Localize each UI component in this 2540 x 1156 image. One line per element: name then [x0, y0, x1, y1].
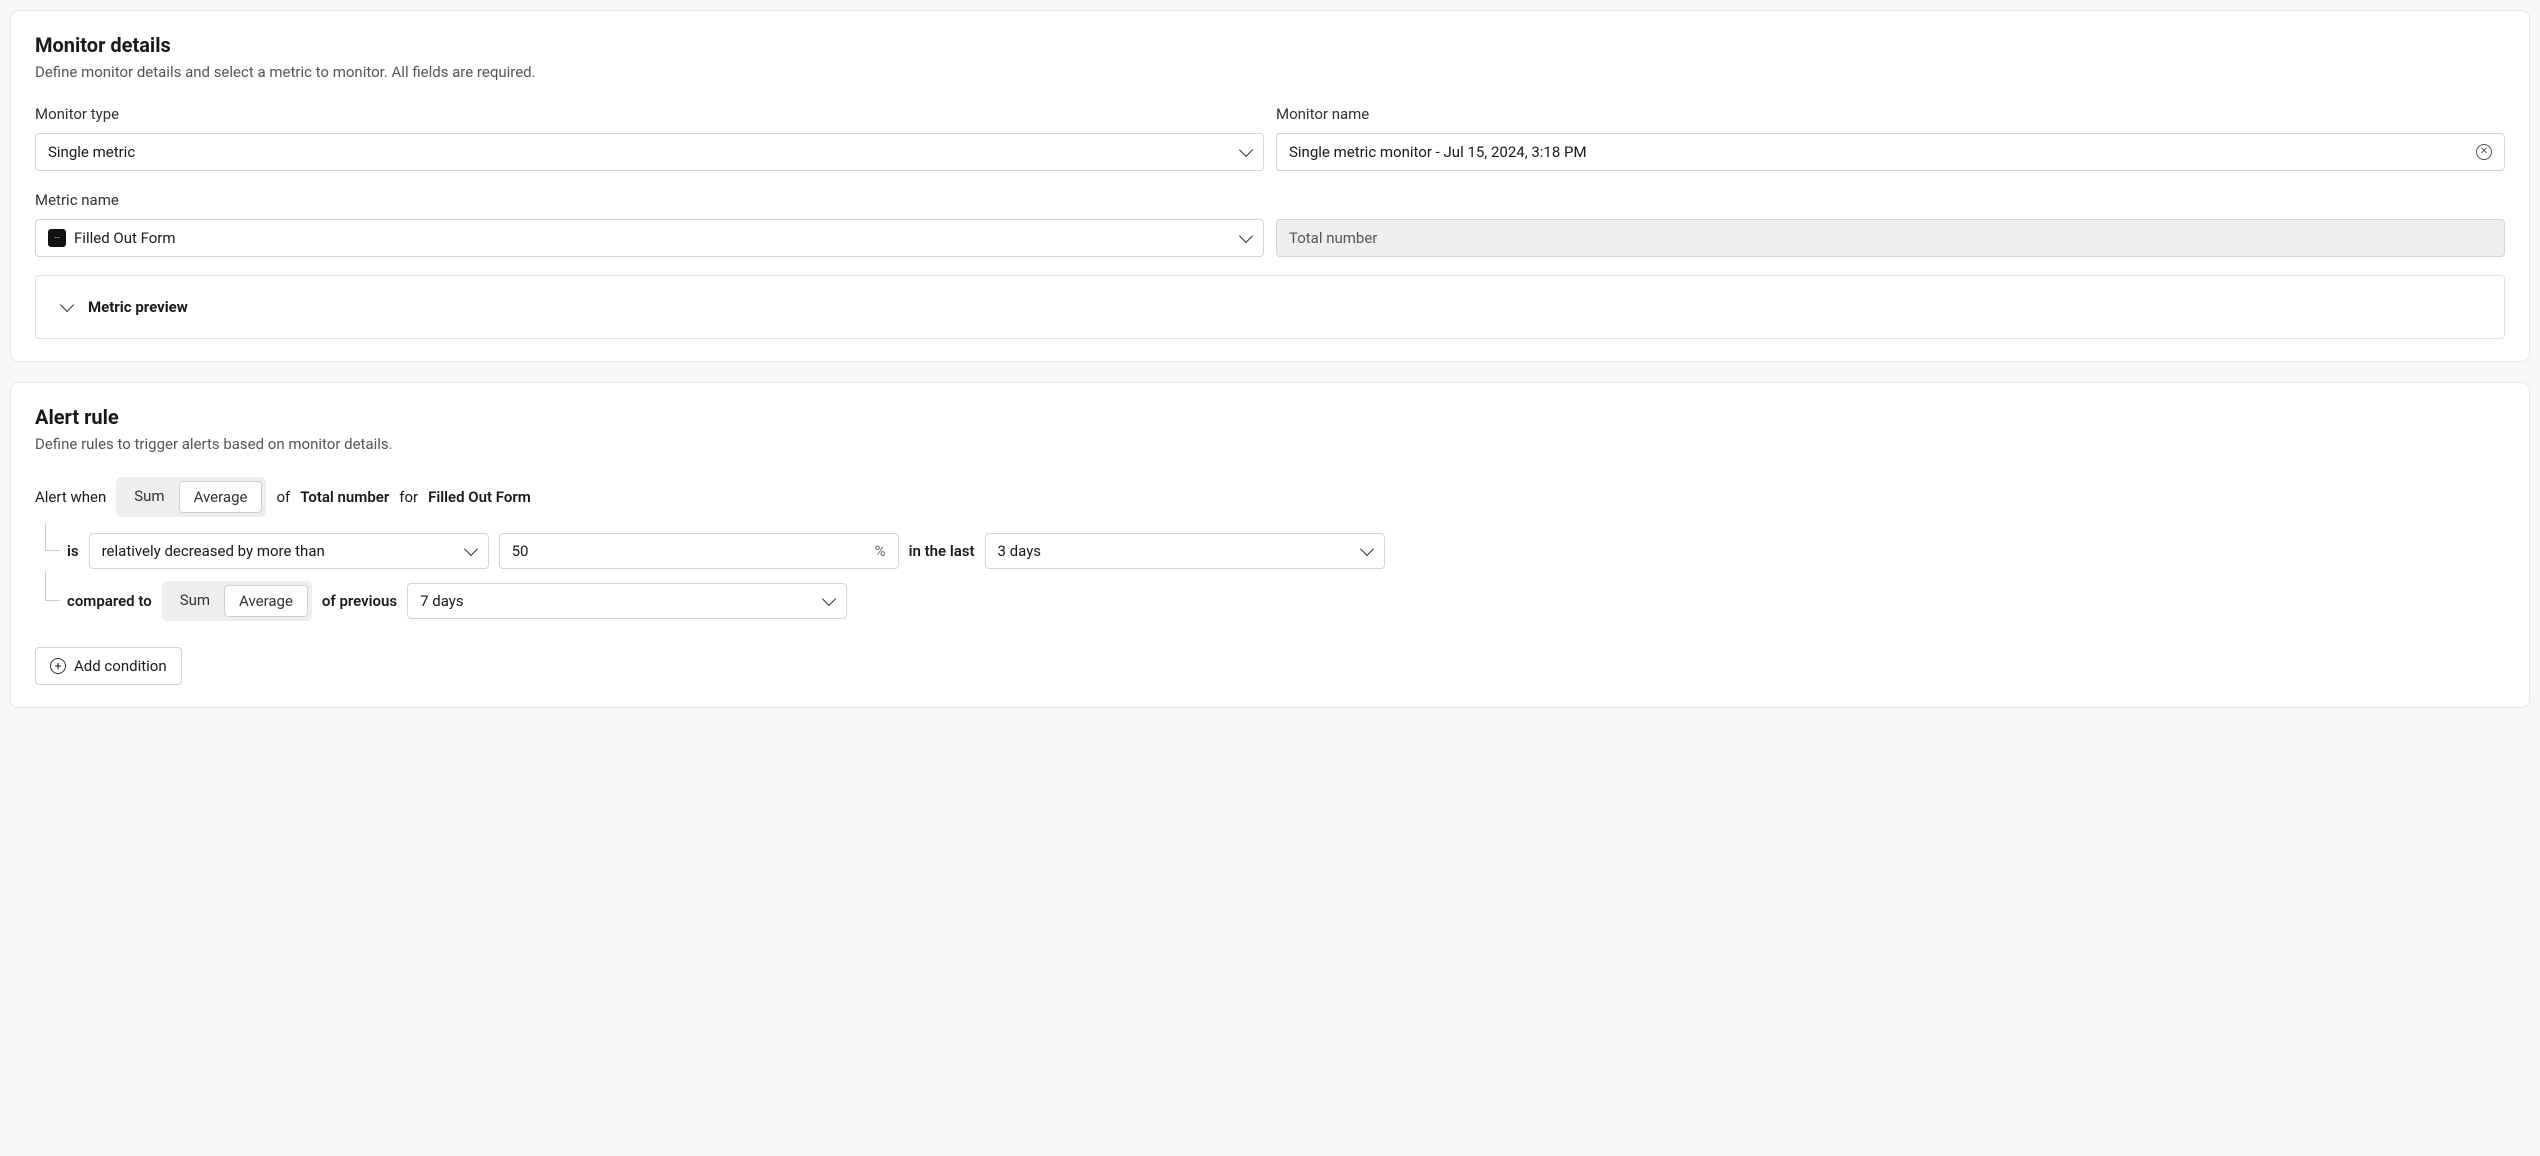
compared-to-line: compared to Sum Average of previous 7 da…	[35, 575, 2505, 627]
alert-rule-subtitle: Define rules to trigger alerts based on …	[35, 435, 2505, 453]
window-value: 3 days	[998, 542, 1042, 560]
chevron-down-icon	[1239, 143, 1253, 157]
monitor-type-select[interactable]: Single metric	[35, 133, 1264, 171]
of-text: of	[276, 488, 290, 506]
threshold-suffix: %	[875, 542, 886, 560]
chevron-down-icon	[1239, 229, 1253, 243]
metric-preview-toggle[interactable]: Metric preview	[35, 275, 2505, 339]
monitor-type-value: Single metric	[48, 143, 135, 161]
monitor-name-label: Monitor name	[1276, 105, 2505, 123]
comparison-value: relatively decreased by more than	[102, 542, 325, 560]
total-number-text: Total number	[300, 488, 389, 506]
segment-sum[interactable]: Sum	[120, 481, 178, 513]
baseline-select[interactable]: 7 days	[407, 583, 847, 619]
segment2-sum[interactable]: Sum	[166, 585, 224, 617]
chevron-down-icon	[1359, 542, 1373, 556]
condition-line: is relatively decreased by more than 50 …	[35, 527, 2505, 575]
for-text: for	[399, 488, 418, 506]
metric-name-label: Metric name	[35, 191, 1264, 209]
aggregation-spacer	[1276, 191, 2505, 209]
add-condition-button[interactable]: + Add condition	[35, 647, 182, 685]
metric-name-select[interactable]: ··· Filled Out Form	[35, 219, 1264, 257]
alert-when-text: Alert when	[35, 488, 106, 506]
aggregation-display: Total number	[1276, 219, 2505, 257]
monitor-details-title: Monitor details	[35, 33, 2505, 57]
add-condition-label: Add condition	[74, 657, 167, 675]
monitor-name-value: Single metric monitor - Jul 15, 2024, 3:…	[1289, 143, 2476, 161]
chevron-down-icon	[464, 542, 478, 556]
segment-average[interactable]: Average	[179, 481, 263, 513]
alert-rule-title: Alert rule	[35, 405, 2505, 429]
metric-preview-label: Metric preview	[88, 298, 188, 316]
comparison-select[interactable]: relatively decreased by more than	[89, 533, 489, 569]
clear-icon[interactable]: ✕	[2476, 144, 2492, 160]
baseline-segmented: Sum Average	[162, 581, 312, 621]
metric-source-icon: ···	[48, 229, 66, 247]
monitor-name-input[interactable]: Single metric monitor - Jul 15, 2024, 3:…	[1276, 133, 2505, 171]
threshold-input[interactable]: 50 %	[499, 533, 899, 569]
metric-text: Filled Out Form	[428, 488, 531, 506]
in-the-last-text: in the last	[909, 542, 975, 560]
threshold-value: 50	[512, 542, 529, 560]
monitor-details-subtitle: Define monitor details and select a metr…	[35, 63, 2505, 81]
aggregation-value: Total number	[1289, 229, 1377, 247]
metric-name-value: Filled Out Form	[74, 229, 176, 247]
aggregation-segmented: Sum Average	[116, 477, 266, 517]
baseline-value: 7 days	[420, 592, 464, 610]
chevron-down-icon	[822, 592, 836, 606]
monitor-details-card: Monitor details Define monitor details a…	[10, 10, 2530, 362]
monitor-type-label: Monitor type	[35, 105, 1264, 123]
compared-to-text: compared to	[67, 592, 152, 610]
metric-name-row: Metric name ··· Filled Out Form Total nu…	[35, 191, 2505, 257]
of-previous-text: of previous	[322, 592, 397, 610]
alert-when-line: Alert when Sum Average of Total number f…	[35, 477, 2505, 517]
alert-rule-card: Alert rule Define rules to trigger alert…	[10, 382, 2530, 708]
window-select[interactable]: 3 days	[985, 533, 1385, 569]
chevron-down-icon	[60, 298, 74, 312]
segment2-average[interactable]: Average	[224, 585, 308, 617]
monitor-type-name-row: Monitor type Single metric Monitor name …	[35, 105, 2505, 171]
is-text: is	[67, 542, 79, 560]
plus-circle-icon: +	[50, 658, 66, 674]
